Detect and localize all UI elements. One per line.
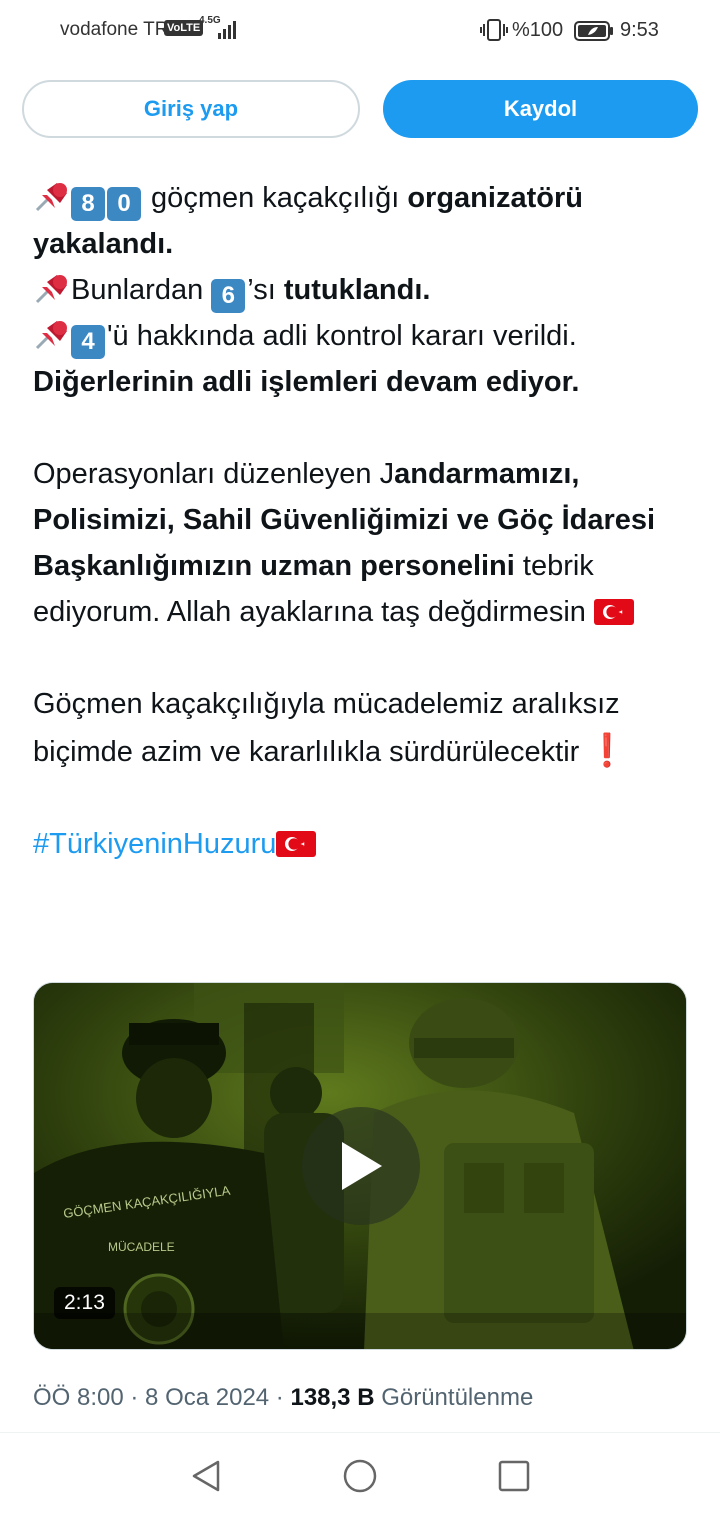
keycap-icon: 0 [107,187,141,221]
tweet-text-span: Bunlardan [71,274,212,306]
tweet-paragraph-2: Operasyonları düzenleyen Jandarmamızı, P… [33,451,693,635]
keycap-icon: 4 [71,325,105,359]
keycap-icon: 6 [211,279,246,313]
separator: · [123,1384,146,1411]
keycap-icon: 8 [71,187,105,221]
video-player[interactable]: GÖÇMEN KAÇAKÇILIĞIYLA MÜCADELE 2:13 [33,982,687,1350]
volte-badge: VoLTE [164,20,204,36]
video-duration: 2:13 [54,1287,115,1319]
pushpin-icon [35,275,67,304]
tweet-paragraph-3: Göçmen kaçakçılığıyla mücadelemiz aralık… [33,681,693,775]
tweet-line-3: 4'ü hakkında adli kontrol kararı verildi… [33,313,693,359]
tweet-line-4: Diğerlerinin adli işlemleri devam ediyor… [33,366,580,398]
tweet-line-2: Bunlardan 6’sı tutuklandı. [33,267,693,313]
divider [0,1432,720,1433]
tweet-text-span: göçmen kaçakçılığı [143,182,408,214]
tweet-text-span: 'ü hakkında adli kontrol kararı verildi. [107,320,577,352]
signup-button[interactable]: Kaydol [383,80,698,138]
tweet-text: 80 göçmen kaçakçılığı organizatörü yakal… [33,175,693,867]
battery-percent: %100 [512,19,564,41]
vibrate-icon [480,19,508,41]
play-button[interactable] [302,1107,420,1225]
turkey-flag-icon [593,599,634,625]
tweet-time[interactable]: ÖÖ 8:00 [33,1384,124,1411]
pushpin-icon [35,321,67,350]
exclamation-icon: ❗ [587,732,628,768]
turkey-flag-icon [276,831,317,857]
hashtag-link[interactable]: #TürkiyeninHuzuru [33,828,276,860]
signal-icon [218,21,236,39]
tweet-text-span: Göçmen kaçakçılığıyla mücadelemiz aralık… [33,688,620,768]
separator: · [269,1384,291,1411]
tweet-text-span: Operasyonları düzenleyen J [33,458,395,490]
status-bar: vodafone TR VoLTE 4.5G %100 9:53 [0,0,720,62]
clock: 9:53 [620,19,659,41]
carrier-name: vodafone TR [60,19,169,40]
views-count: 138,3 B [290,1384,375,1411]
jacket-text-2: MÜCADELE [108,1240,175,1254]
tweet-date[interactable]: 8 Oca 2024 [145,1384,269,1411]
hashtag-line: #TürkiyeninHuzuru [33,821,693,867]
system-nav-bar [0,1440,720,1520]
play-icon [342,1142,382,1190]
home-icon[interactable] [342,1458,378,1494]
pushpin-icon [35,183,67,212]
recent-apps-icon[interactable] [496,1458,532,1494]
tweet-bold-span: tutuklandı. [283,274,431,306]
views-label: Görüntülenme [374,1384,534,1411]
back-icon[interactable] [188,1458,224,1494]
login-button[interactable]: Giriş yap [22,80,360,138]
tweet-meta: ÖÖ 8:00 · 8 Oca 2024 · 138,3 B Görüntüle… [33,1384,533,1412]
tweet-line-1: 80 göçmen kaçakçılığı organizatörü yakal… [33,175,693,267]
tweet-text-span: ’sı [247,274,284,306]
battery-icon [574,21,613,41]
